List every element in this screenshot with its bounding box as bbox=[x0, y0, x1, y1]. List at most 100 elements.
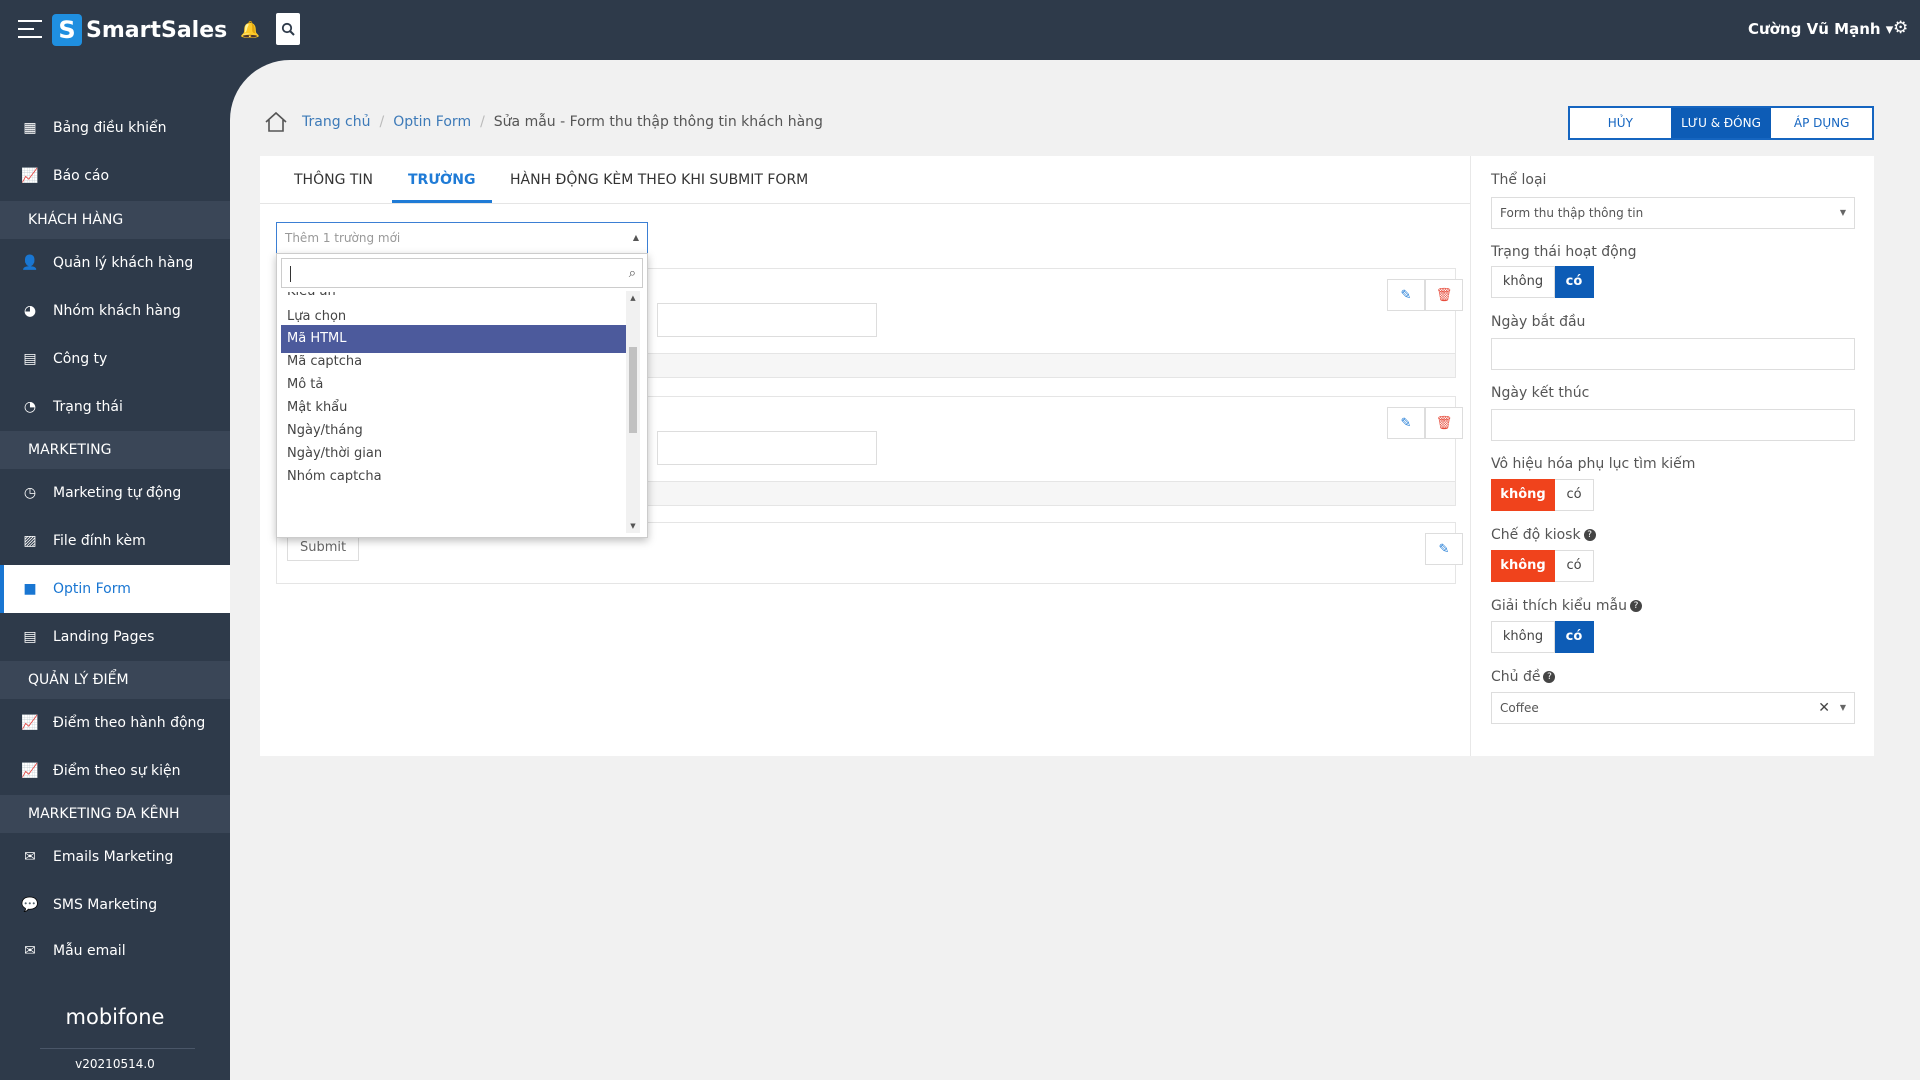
dropdown-option[interactable]: Nhóm captcha bbox=[281, 463, 631, 491]
sidebar-item-sms-marketing[interactable]: 💬 SMS Marketing bbox=[0, 881, 230, 929]
sidebar-item-label: Điểm theo sự kiện bbox=[53, 763, 181, 779]
app-logo[interactable]: S SmartSales bbox=[52, 14, 227, 46]
trash-icon[interactable]: 🗑 bbox=[1425, 407, 1463, 439]
top-bar: S SmartSales 🔔 Cường Vũ Mạnh ▾ ⚙ bbox=[0, 0, 1920, 60]
kiosk-no-button[interactable]: không bbox=[1491, 550, 1555, 582]
chat-icon: 💬 bbox=[21, 897, 39, 913]
building-icon: ▤ bbox=[23, 351, 37, 367]
sidebar-item-label: Công ty bbox=[53, 351, 108, 367]
sidebar-item-label: Điểm theo hành động bbox=[53, 715, 206, 731]
image-icon: ▨ bbox=[23, 533, 37, 549]
sidebar-item-customers[interactable]: 👤 Quản lý khách hàng bbox=[0, 239, 230, 287]
trash-icon[interactable]: 🗑 bbox=[1425, 279, 1463, 311]
category-label: Thể loại bbox=[1491, 172, 1547, 188]
sidebar-item-status[interactable]: ◔ Trạng thái bbox=[0, 383, 230, 431]
logo-mark: S bbox=[52, 14, 82, 46]
sidebar-item-landing-pages[interactable]: ▤ Landing Pages bbox=[0, 613, 230, 661]
clear-icon[interactable]: ✕ bbox=[1818, 693, 1830, 723]
dropdown-options: Kiểu ẩn Lựa chọn Mã HTML Mã captcha Mô t… bbox=[281, 292, 631, 534]
sidebar-item-email-marketing[interactable]: ✉ Emails Marketing bbox=[0, 833, 230, 881]
apply-button[interactable]: ÁP DỤNG bbox=[1771, 108, 1872, 138]
start-date-label: Ngày bắt đầu bbox=[1491, 314, 1586, 330]
field-type-dropdown: ⌕ Kiểu ẩn Lựa chọn Mã HTML Mã captcha Mô… bbox=[276, 253, 648, 538]
line-chart-icon: 📈 bbox=[21, 715, 39, 731]
gear-icon[interactable]: ⚙ bbox=[1893, 18, 1908, 38]
help-icon[interactable]: ? bbox=[1629, 600, 1642, 612]
category-select[interactable]: Form thu thập thông tin ▼ bbox=[1491, 197, 1855, 229]
disable-search-yes-button[interactable]: có bbox=[1555, 479, 1594, 511]
sidebar-section-multichannel: MARKETING ĐA KÊNH bbox=[0, 795, 230, 833]
sidebar-item-action-points[interactable]: 📈 Điểm theo hành động bbox=[0, 699, 230, 747]
sidebar-item-reports[interactable]: 📈 Báo cáo bbox=[0, 152, 230, 200]
edit-icon[interactable]: ✎ bbox=[1387, 279, 1425, 311]
breadcrumb-home[interactable]: Trang chủ bbox=[302, 114, 370, 130]
user-name: Cường Vũ Mạnh bbox=[1748, 20, 1881, 38]
save-close-button[interactable]: LƯU & ĐÓNG bbox=[1670, 108, 1772, 138]
field-preview-input bbox=[657, 303, 877, 337]
help-icon[interactable]: ? bbox=[1543, 671, 1556, 683]
sidebar-item-label: SMS Marketing bbox=[53, 897, 158, 913]
add-field-placeholder: Thêm 1 trường mới bbox=[285, 231, 401, 245]
edit-icon[interactable]: ✎ bbox=[1425, 533, 1463, 565]
envelope-icon: ✉ bbox=[24, 849, 36, 865]
square-icon: ■ bbox=[23, 581, 37, 597]
theme-label: Chủ đề? bbox=[1491, 669, 1556, 685]
explain-yes-button[interactable]: có bbox=[1555, 621, 1594, 653]
status-no-button[interactable]: không bbox=[1491, 266, 1555, 298]
add-field-select[interactable]: Thêm 1 trường mới ▲ bbox=[276, 222, 648, 254]
kiosk-label: Chế độ kiosk? bbox=[1491, 527, 1596, 543]
line-chart-icon: 📈 bbox=[21, 763, 39, 779]
search-icon[interactable] bbox=[276, 13, 300, 45]
start-date-input[interactable] bbox=[1491, 338, 1855, 370]
scroll-down-icon[interactable]: ▼ bbox=[626, 519, 640, 533]
footer-divider bbox=[40, 1048, 195, 1049]
theme-select[interactable]: Coffee ✕ ▼ bbox=[1491, 692, 1855, 724]
disable-search-no-button[interactable]: không bbox=[1491, 479, 1555, 511]
menu-icon[interactable] bbox=[18, 20, 42, 40]
theme-value: Coffee bbox=[1500, 701, 1539, 715]
dropdown-scrollbar[interactable]: ▲ ▼ bbox=[626, 291, 640, 533]
grid-icon: ▦ bbox=[23, 120, 37, 136]
breadcrumb-parent[interactable]: Optin Form bbox=[393, 114, 471, 130]
kiosk-toggle: không có bbox=[1491, 550, 1594, 582]
kiosk-label-text: Chế độ kiosk bbox=[1491, 527, 1581, 543]
submit-button-preview: Submit bbox=[287, 535, 360, 561]
home-icon[interactable] bbox=[264, 111, 288, 133]
cancel-button[interactable]: HỦY bbox=[1570, 108, 1671, 138]
tab-submit-actions[interactable]: HÀNH ĐỘNG KÈM THEO KHI SUBMIT FORM bbox=[510, 172, 808, 188]
app-version: v20210514.0 bbox=[75, 1057, 155, 1071]
kiosk-yes-button[interactable]: có bbox=[1555, 550, 1594, 582]
sidebar-section-customers: KHÁCH HÀNG bbox=[0, 201, 230, 239]
caret-up-icon: ▲ bbox=[632, 233, 639, 242]
edit-icon[interactable]: ✎ bbox=[1387, 407, 1425, 439]
scroll-up-icon[interactable]: ▲ bbox=[626, 291, 640, 305]
end-date-label: Ngày kết thúc bbox=[1491, 385, 1590, 401]
sidebar-item-dashboard[interactable]: ▦ Bảng điều khiển bbox=[0, 104, 230, 152]
sidebar-item-customer-groups[interactable]: ◕ Nhóm khách hàng bbox=[0, 287, 230, 335]
dropdown-search-input[interactable]: ⌕ bbox=[281, 258, 643, 288]
sidebar-item-automation[interactable]: ◷ Marketing tự động bbox=[0, 469, 230, 517]
scroll-thumb[interactable] bbox=[629, 347, 637, 433]
footer-brand: mobifone bbox=[65, 1005, 165, 1029]
field-preview-input bbox=[657, 431, 877, 465]
status-toggle: không có bbox=[1491, 266, 1594, 298]
bell-icon[interactable]: 🔔 bbox=[240, 20, 260, 39]
page-scrollbar[interactable] bbox=[1912, 60, 1920, 1080]
sidebar-item-attachments[interactable]: ▨ File đính kèm bbox=[0, 517, 230, 565]
status-yes-button[interactable]: có bbox=[1555, 266, 1594, 298]
sidebar-item-companies[interactable]: ▤ Công ty bbox=[0, 335, 230, 383]
tab-fields[interactable]: TRƯỜNG bbox=[408, 172, 475, 188]
explain-no-button[interactable]: không bbox=[1491, 621, 1555, 653]
help-icon[interactable]: ? bbox=[1583, 529, 1596, 541]
sidebar-item-label: Optin Form bbox=[53, 581, 131, 597]
sidebar-item-email-templates[interactable]: ✉ Mẫu email bbox=[0, 927, 230, 975]
sidebar-item-event-points[interactable]: 📈 Điểm theo sự kiện bbox=[0, 747, 230, 795]
sidebar-item-optin-form[interactable]: ■ Optin Form bbox=[0, 565, 230, 613]
end-date-input[interactable] bbox=[1491, 409, 1855, 441]
explain-label-text: Giải thích kiểu mẫu bbox=[1491, 598, 1627, 614]
disable-search-toggle: không có bbox=[1491, 479, 1594, 511]
caret-down-icon: ▼ bbox=[1839, 703, 1846, 712]
tab-info[interactable]: THÔNG TIN bbox=[294, 172, 373, 188]
user-menu[interactable]: Cường Vũ Mạnh ▾ bbox=[1748, 20, 1893, 38]
text-cursor bbox=[290, 266, 291, 282]
